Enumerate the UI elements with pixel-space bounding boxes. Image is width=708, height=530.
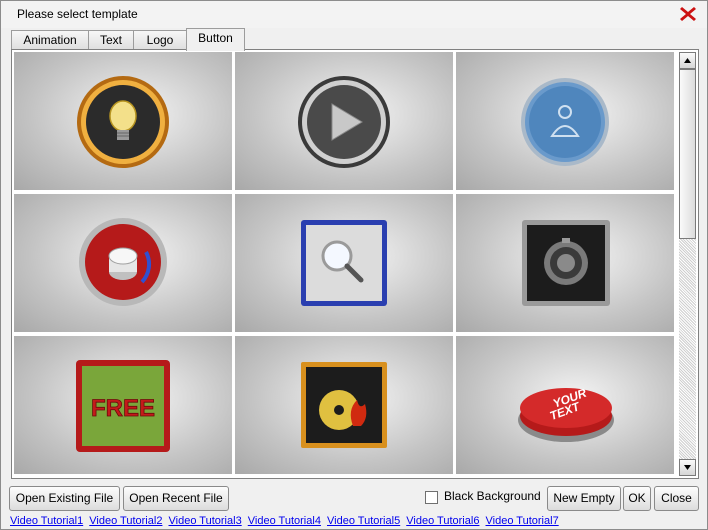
video-tutorial-7-link[interactable]: Video Tutorial7 (486, 515, 559, 527)
magnifier-button-icon (301, 220, 387, 306)
speaker-button-icon (522, 220, 610, 306)
select-template-dialog: Please select template Animation Text Lo… (0, 0, 708, 530)
template-grid: FREE YOUR TEXT (14, 52, 678, 476)
template-knob[interactable] (14, 194, 232, 332)
dialog-title: Please select template (17, 7, 138, 21)
open-recent-file-button[interactable]: Open Recent File (123, 486, 229, 511)
video-tutorial-2-link[interactable]: Video Tutorial2 (89, 515, 162, 527)
scrollbar-thumb[interactable] (679, 69, 696, 239)
free-button-icon: FREE (76, 360, 170, 452)
template-grid-frame: FREE YOUR TEXT (11, 49, 699, 479)
video-tutorial-5-link[interactable]: Video Tutorial5 (327, 515, 400, 527)
video-tutorial-6-link[interactable]: Video Tutorial6 (406, 515, 479, 527)
tab-logo[interactable]: Logo (133, 30, 187, 50)
play-button-icon (298, 76, 390, 168)
lightbulb-button-icon (77, 76, 169, 168)
new-empty-button[interactable]: New Empty (547, 486, 621, 511)
user-button-icon (521, 78, 609, 166)
template-speaker[interactable] (456, 194, 674, 332)
template-lightbulb[interactable] (14, 52, 232, 190)
scroll-down-button[interactable] (679, 459, 696, 476)
disc-flame-button-icon (301, 362, 387, 448)
free-label: FREE (91, 395, 155, 422)
template-free[interactable]: FREE (14, 336, 232, 474)
title-bar: Please select template (1, 1, 707, 28)
video-tutorial-3-link[interactable]: Video Tutorial3 (169, 515, 242, 527)
black-background-label[interactable]: Black Background (444, 489, 541, 503)
template-disc-flame[interactable] (235, 336, 453, 474)
knob-button-icon (79, 218, 167, 306)
video-tutorial-1-link[interactable]: Video Tutorial1 (10, 515, 83, 527)
template-user[interactable] (456, 52, 674, 190)
video-tutorial-4-link[interactable]: Video Tutorial4 (248, 515, 321, 527)
ok-button[interactable]: OK (623, 486, 651, 511)
your-text-button-icon: YOUR TEXT (518, 386, 614, 442)
template-magnifier[interactable] (235, 194, 453, 332)
tab-text[interactable]: Text (88, 30, 134, 50)
video-tutorial-links: Video Tutorial1 Video Tutorial2 Video Tu… (10, 515, 562, 527)
vertical-scrollbar[interactable] (679, 52, 696, 476)
open-existing-file-button[interactable]: Open Existing File (9, 486, 120, 511)
tab-animation[interactable]: Animation (11, 30, 89, 50)
black-background-checkbox[interactable] (425, 491, 438, 504)
scroll-up-button[interactable] (679, 52, 696, 69)
template-play[interactable] (235, 52, 453, 190)
arrow-up-icon (684, 58, 691, 63)
arrow-down-icon (684, 465, 691, 470)
close-button[interactable]: Close (654, 486, 699, 511)
close-icon[interactable] (677, 3, 699, 25)
template-your-text[interactable]: YOUR TEXT (456, 336, 674, 474)
tab-button[interactable]: Button (186, 28, 245, 51)
